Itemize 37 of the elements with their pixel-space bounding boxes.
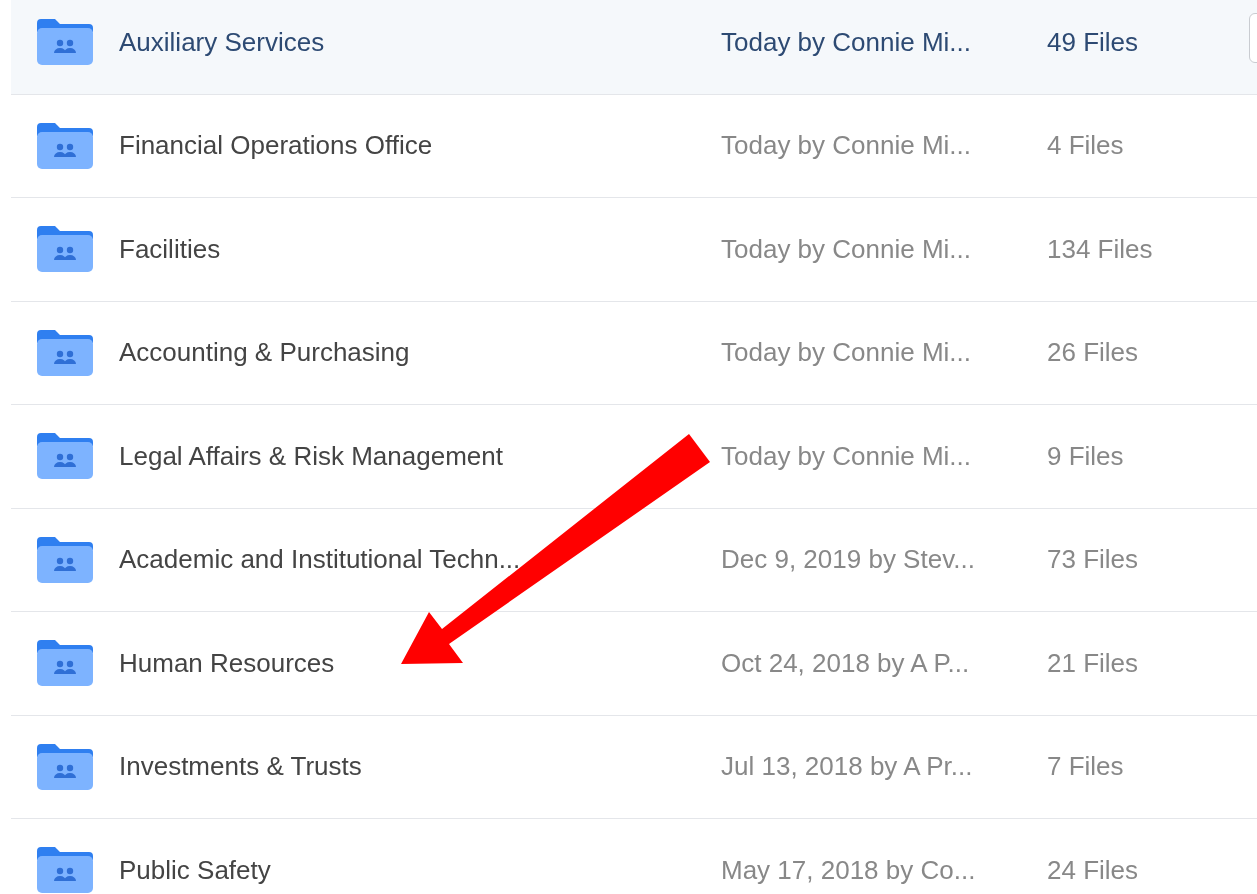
folder-name: Facilities [119, 233, 222, 265]
file-count: 9 Files [1047, 440, 1124, 472]
folder-row[interactable]: Auxiliary Services Today by Connie Mi... 49 Files [11, 0, 1257, 95]
folder-name: Academic and Institutional Techn... [119, 544, 522, 576]
shared-folder-icon [37, 329, 93, 376]
shared-folder-icon [37, 536, 93, 583]
shared-folder-icon [37, 847, 93, 894]
shared-folder-icon [37, 640, 93, 687]
file-count: 24 Files [1047, 854, 1139, 886]
updated-by: Dec 9, 2019 by Stev... [721, 544, 976, 576]
shared-folder-icon [37, 433, 93, 480]
folder-name: Financial Operations Office [119, 130, 434, 162]
file-count: 134 Files [1047, 233, 1153, 265]
updated-by: Today by Connie Mi... [721, 337, 972, 369]
file-count: 4 Files [1047, 130, 1124, 162]
updated-by: Oct 24, 2018 by A P... [721, 647, 971, 679]
file-count: 21 Files [1047, 647, 1139, 679]
updated-by: Today by Connie Mi... [721, 26, 972, 58]
file-count: 73 Files [1047, 544, 1139, 576]
shared-folder-icon [37, 19, 93, 66]
updated-by: Jul 13, 2018 by A Pr... [721, 751, 974, 783]
folder-name: Auxiliary Services [119, 26, 326, 58]
folder-name: Public Safety [119, 854, 272, 886]
updated-by: May 17, 2018 by Co... [721, 854, 977, 886]
folder-name: Legal Affairs & Risk Management [119, 440, 504, 472]
folder-name: Investments & Trusts [119, 751, 363, 783]
updated-by: Today by Connie Mi... [721, 440, 972, 472]
shared-folder-icon [37, 226, 93, 273]
updated-by: Today by Connie Mi... [721, 233, 972, 265]
updated-by: Today by Connie Mi... [721, 130, 972, 162]
shared-folder-icon [37, 743, 93, 790]
folder-name: Accounting & Purchasing [119, 337, 411, 369]
file-count: 7 Files [1047, 751, 1124, 783]
folder-name: Human Resources [119, 647, 336, 679]
file-count: 26 Files [1047, 337, 1139, 369]
file-count: 49 Files [1047, 26, 1139, 58]
shared-folder-icon [37, 122, 93, 169]
